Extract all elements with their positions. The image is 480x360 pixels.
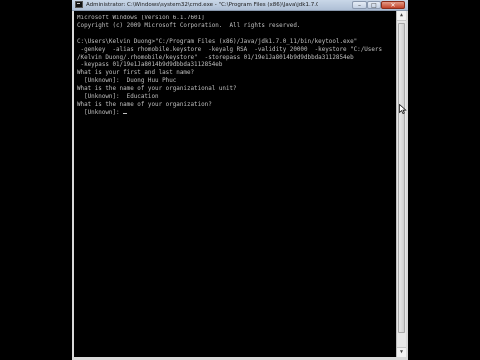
mouse-pointer-icon	[399, 104, 407, 114]
cmd-app-icon[interactable]	[75, 1, 83, 8]
console-line: Microsoft Windows [Version 6.1.7601]	[77, 15, 205, 21]
scroll-thumb[interactable]	[398, 23, 405, 333]
console-line: Copyright (c) 2009 Microsoft Corporation…	[77, 22, 301, 29]
console-area[interactable]: Microsoft Windows [Version 6.1.7601] Cop…	[74, 11, 396, 357]
console-line: -genkey -alias rhomobile.keystore -keyal…	[77, 46, 382, 53]
close-button[interactable]: ✕	[381, 1, 405, 9]
console-line: What is the name of your organizational …	[77, 86, 237, 93]
title-bar[interactable]: Administrator: C:\Windows\system32\cmd.e…	[72, 0, 408, 11]
console-line: [Unknown]: Duong Huu Phuc	[77, 78, 177, 85]
console-line: What is the name of your organization?	[77, 101, 212, 108]
vertical-scrollbar[interactable]: ▲ ▼	[396, 11, 406, 357]
scroll-down-arrow-icon[interactable]: ▼	[397, 347, 406, 357]
console-output: Microsoft Windows [Version 6.1.7601] Cop…	[77, 15, 395, 118]
scroll-up-arrow-icon[interactable]: ▲	[397, 11, 406, 21]
console-input-line[interactable]: [Unknown]:	[77, 110, 123, 116]
console-line: What is your first and last name?	[77, 70, 195, 77]
console-line: [Unknown]: Education	[77, 94, 159, 101]
text-cursor	[123, 112, 128, 114]
console-line: /Kelvin Duong/.rhomobile/keystore" -stor…	[77, 54, 354, 61]
maximize-button[interactable]: □	[367, 1, 381, 9]
window-title: Administrator: C:\Windows\system32\cmd.e…	[86, 2, 318, 8]
console-line: -keypass 01/19e1Ja8014b9d9dbbda3112854eb	[77, 62, 223, 69]
console-line: C:\Users\Kelvin Duong>"C:/Program Files …	[77, 38, 358, 45]
command-prompt-window[interactable]: Administrator: C:\Windows\system32\cmd.e…	[72, 0, 408, 360]
minimize-button[interactable]: –	[352, 1, 367, 9]
